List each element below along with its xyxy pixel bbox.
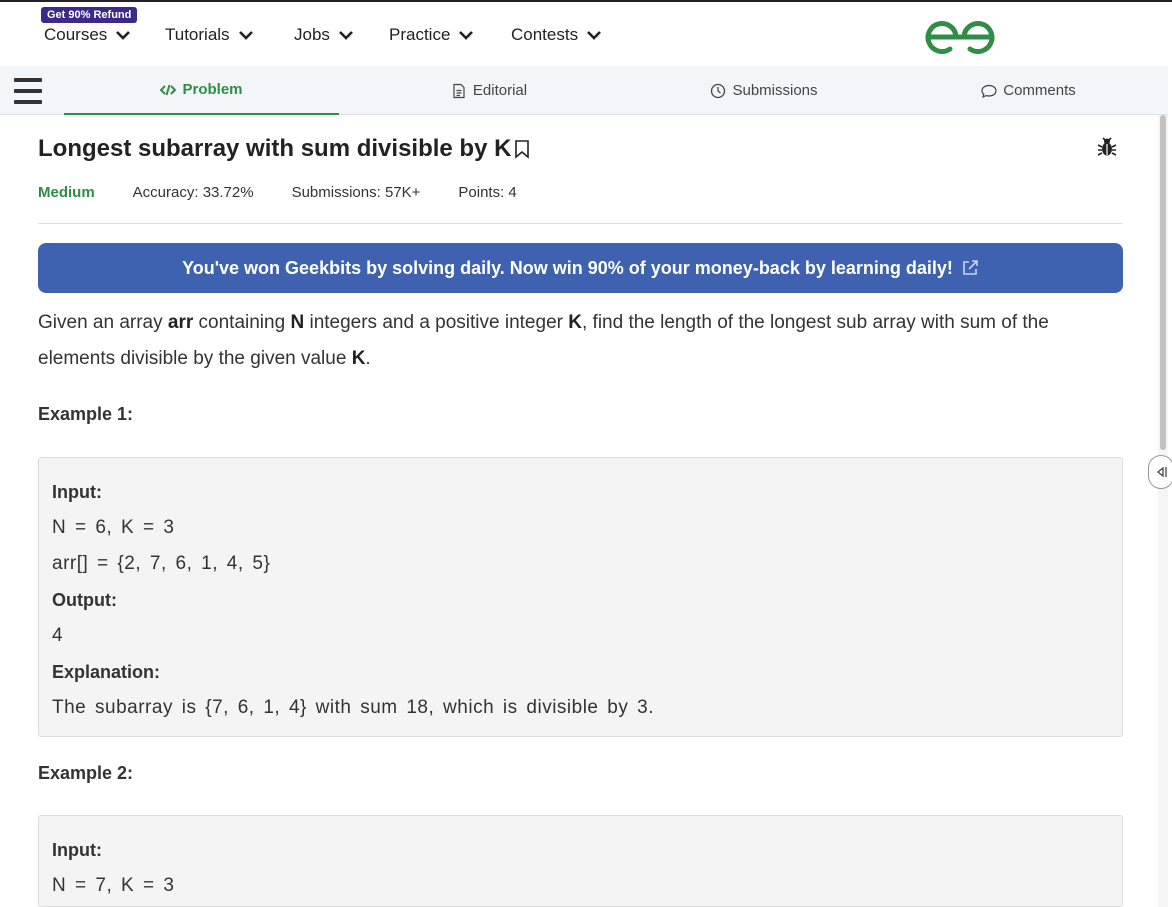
- banner-text: You've won Geekbits by solving daily. No…: [182, 257, 953, 278]
- nav-courses[interactable]: Courses: [44, 24, 131, 46]
- input-line: N = 7, K = 3: [52, 875, 175, 896]
- desc-text: .: [365, 348, 371, 369]
- tab-submissions[interactable]: Submissions: [639, 66, 889, 115]
- problem-title: Longest subarray with sum divisible by K: [38, 135, 512, 162]
- chevron-down-icon: [459, 31, 474, 40]
- desc-bold-k: K: [351, 348, 366, 369]
- problem-tabbar: Problem Editorial Submissions Comments: [0, 66, 1168, 115]
- desc-bold-arr: arr: [167, 312, 194, 333]
- collapse-panel-button[interactable]: [1148, 455, 1172, 489]
- example-2-heading: Example 2:: [38, 763, 134, 783]
- nav-contests-label: Contests: [511, 25, 579, 44]
- bookmark-icon[interactable]: [513, 139, 531, 159]
- chevron-down-icon: [587, 31, 602, 40]
- title-row: Longest subarray with sum divisible by K: [38, 134, 531, 164]
- tab-comments[interactable]: Comments: [889, 66, 1168, 115]
- output-label: Output:: [52, 590, 117, 610]
- desc-text: Given an array: [38, 312, 168, 333]
- external-link-icon: [963, 260, 978, 275]
- code-icon: [160, 84, 177, 95]
- scrollbar[interactable]: [1158, 115, 1168, 907]
- example-2-box: Input: N = 7, K = 3: [38, 815, 1123, 907]
- submissions-stat: Submissions: 57K+: [291, 183, 421, 201]
- tab-editorial-label: Editorial: [472, 82, 528, 99]
- nav-jobs[interactable]: Jobs: [294, 24, 354, 46]
- chevron-down-icon: [238, 31, 253, 40]
- bug-report-icon[interactable]: [1096, 136, 1118, 158]
- nav-tutorials-label: Tutorials: [165, 25, 230, 44]
- chevron-down-icon: [339, 31, 353, 40]
- refund-badge[interactable]: Get 90% Refund: [41, 7, 138, 23]
- tab-submissions-label: Submissions: [732, 82, 818, 99]
- problem-meta: Medium Accuracy: 33.72% Submissions: 57K…: [38, 182, 555, 202]
- chat-bubble-icon: [981, 84, 997, 98]
- desc-bold-n: N: [290, 312, 305, 333]
- tab-comments-label: Comments: [1003, 82, 1076, 99]
- accuracy-stat: Accuracy: 33.72%: [132, 183, 254, 201]
- nav-practice[interactable]: Practice: [389, 24, 474, 46]
- divider: [38, 223, 1123, 224]
- nav-jobs-label: Jobs: [294, 25, 330, 44]
- example-1-box: Input: N = 6, K = 3 arr[] = {2, 7, 6, 1,…: [38, 457, 1123, 737]
- document-icon: [453, 83, 465, 98]
- difficulty-badge: Medium: [38, 183, 95, 201]
- top-navbar: Get 90% Refund Courses Tutorials Jobs Pr…: [0, 0, 1172, 66]
- input-line: arr[] = {2, 7, 6, 1, 4, 5}: [52, 553, 271, 574]
- nav-tutorials[interactable]: Tutorials: [165, 24, 254, 46]
- desc-bold-k: K: [568, 312, 582, 333]
- nav-contests[interactable]: Contests: [511, 24, 602, 46]
- desc-text: containing: [193, 312, 291, 333]
- nav-practice-label: Practice: [389, 25, 451, 44]
- tab-problem[interactable]: Problem: [64, 66, 339, 115]
- input-line: N = 6, K = 3: [52, 517, 175, 538]
- points-stat: Points: 4: [458, 183, 517, 201]
- output-value: 4: [52, 625, 64, 646]
- tab-editorial[interactable]: Editorial: [339, 66, 639, 115]
- scrollbar-thumb[interactable]: [1160, 115, 1166, 450]
- problem-description: Given an array arr containing N integers…: [38, 305, 1123, 377]
- geekbits-banner[interactable]: You've won Geekbits by solving daily. No…: [38, 243, 1123, 293]
- desc-text: integers and a positive integer: [304, 312, 569, 333]
- gfg-logo-icon[interactable]: [922, 16, 998, 54]
- clock-icon: [711, 83, 726, 98]
- nav-courses-label: Courses: [44, 25, 108, 44]
- explanation-text: The subarray is {7, 6, 1, 4} with sum 18…: [52, 697, 654, 718]
- explanation-label: Explanation:: [52, 662, 161, 682]
- tab-problem-label: Problem: [182, 81, 243, 98]
- chevron-down-icon: [116, 31, 131, 40]
- example-1-heading: Example 1:: [38, 404, 134, 424]
- chevron-left-icon: [1156, 466, 1167, 478]
- input-label: Input:: [52, 840, 102, 860]
- input-label: Input:: [52, 482, 102, 502]
- hamburger-menu-icon[interactable]: [14, 78, 42, 104]
